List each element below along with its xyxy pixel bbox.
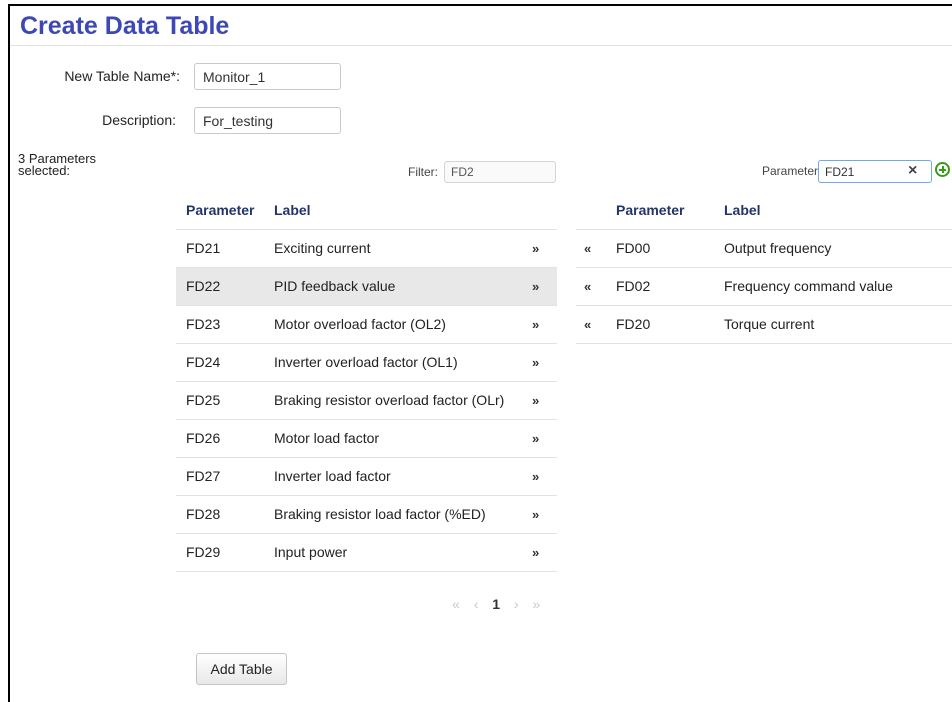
table-row[interactable]: « FD00 Output frequency (576, 230, 952, 268)
add-parameter-button[interactable]: » (532, 344, 539, 381)
remove-parameter-button[interactable]: « (584, 230, 591, 267)
table-row[interactable]: FD23 Motor overload factor (OL2) » (176, 306, 557, 344)
description-input[interactable] (194, 107, 341, 134)
parameter-cell: FD21 (186, 240, 221, 256)
last-page-button[interactable]: » (533, 596, 541, 612)
add-parameter-button[interactable]: » (532, 534, 539, 571)
label-cell: Output frequency (724, 240, 832, 256)
parameter-cell: FD29 (186, 544, 221, 560)
prev-page-button[interactable]: ‹ (474, 596, 479, 612)
title-divider (10, 45, 952, 46)
parameter-cell: FD00 (616, 240, 651, 256)
table-row[interactable]: FD21 Exciting current » (176, 230, 557, 268)
label-cell: Frequency command value (724, 278, 893, 294)
column-header-parameter[interactable]: Parameter (186, 191, 255, 229)
label-cell: Motor overload factor (OL2) (274, 316, 446, 332)
table-row[interactable]: FD28 Braking resistor load factor (%ED) » (176, 496, 557, 534)
table-row[interactable]: FD25 Braking resistor overload factor (OL… (176, 382, 557, 420)
label-cell: Braking resistor load factor (%ED) (274, 506, 486, 522)
add-parameter-button[interactable]: » (532, 496, 539, 533)
label-cell: Input power (274, 544, 348, 560)
next-page-button[interactable]: › (514, 596, 519, 612)
window-frame-top (8, 4, 952, 6)
label-cell: Inverter overload factor (OL1) (274, 354, 458, 370)
parameter-cell: FD23 (186, 316, 221, 332)
table-row[interactable]: FD22 PID feedback value » (176, 268, 557, 306)
parameter-cell: FD28 (186, 506, 221, 522)
parameter-cell: FD24 (186, 354, 221, 370)
filter-label: Filter: (408, 165, 438, 179)
column-header-parameter[interactable]: Parameter (616, 191, 685, 229)
remove-parameter-button[interactable]: « (584, 306, 591, 343)
selected-parameters-table: Parameter Label « FD00 Output frequency « FD… (576, 191, 952, 344)
parameter-cell: FD02 (616, 278, 651, 294)
add-parameter-button[interactable]: » (532, 230, 539, 267)
add-parameter-button[interactable]: » (532, 306, 539, 343)
table-row[interactable]: FD26 Motor load factor » (176, 420, 557, 458)
page-title: Create Data Table (20, 12, 230, 40)
first-page-button[interactable]: « (452, 596, 460, 612)
parameter-cell: FD27 (186, 468, 221, 484)
label-cell: Exciting current (274, 240, 371, 256)
table-name-input[interactable] (194, 63, 341, 90)
window-frame-left (8, 4, 10, 702)
description-label: Description: (102, 112, 176, 128)
plus-circle-icon[interactable] (935, 162, 950, 177)
parameter-cell: FD26 (186, 430, 221, 446)
table-row[interactable]: FD29 Input power » (176, 534, 557, 572)
table-header: Parameter Label (576, 191, 952, 230)
column-header-label[interactable]: Label (274, 191, 311, 229)
parameter-cell: FD20 (616, 316, 651, 332)
table-row[interactable]: FD24 Inverter overload factor (OL1) » (176, 344, 557, 382)
remove-parameter-button[interactable]: « (584, 268, 591, 305)
add-parameter-button[interactable]: » (532, 268, 539, 305)
table-row[interactable]: FD27 Inverter load factor » (176, 458, 557, 496)
table-row[interactable]: « FD20 Torque current (576, 306, 952, 344)
table-body: FD21 Exciting current » FD22 PID feedback va… (176, 230, 557, 572)
add-parameter-button[interactable]: » (532, 382, 539, 419)
parameter-cell: FD25 (186, 392, 221, 408)
filter-input[interactable] (444, 161, 556, 183)
label-cell: Inverter load factor (274, 468, 391, 484)
selected-count-label: 3 Parameters selected: (18, 151, 97, 178)
label-cell: Braking resistor overload factor (OLr) (274, 392, 505, 408)
parameter-search-label: Parameter (762, 164, 819, 178)
current-page[interactable]: 1 (492, 596, 500, 612)
close-icon[interactable]: × (908, 162, 917, 180)
table-row[interactable]: « FD02 Frequency command value (576, 268, 952, 306)
add-parameter-button[interactable]: » (532, 458, 539, 495)
pagination: « ‹ 1 › » (452, 596, 550, 612)
label-cell: PID feedback value (274, 278, 396, 294)
column-header-label[interactable]: Label (724, 191, 761, 229)
label-cell: Motor load factor (274, 430, 380, 446)
table-header: Parameter Label (176, 191, 557, 230)
parameter-cell: FD22 (186, 278, 221, 294)
table-name-label: New Table Name*: (64, 68, 180, 84)
table-body: « FD00 Output frequency « FD02 Frequency comm… (576, 230, 952, 344)
label-cell: Torque current (724, 316, 815, 332)
add-parameter-button[interactable]: » (532, 420, 539, 457)
available-parameters-table: Parameter Label FD21 Exciting current» FD2… (176, 191, 557, 572)
add-table-button[interactable]: Add Table (196, 653, 287, 685)
